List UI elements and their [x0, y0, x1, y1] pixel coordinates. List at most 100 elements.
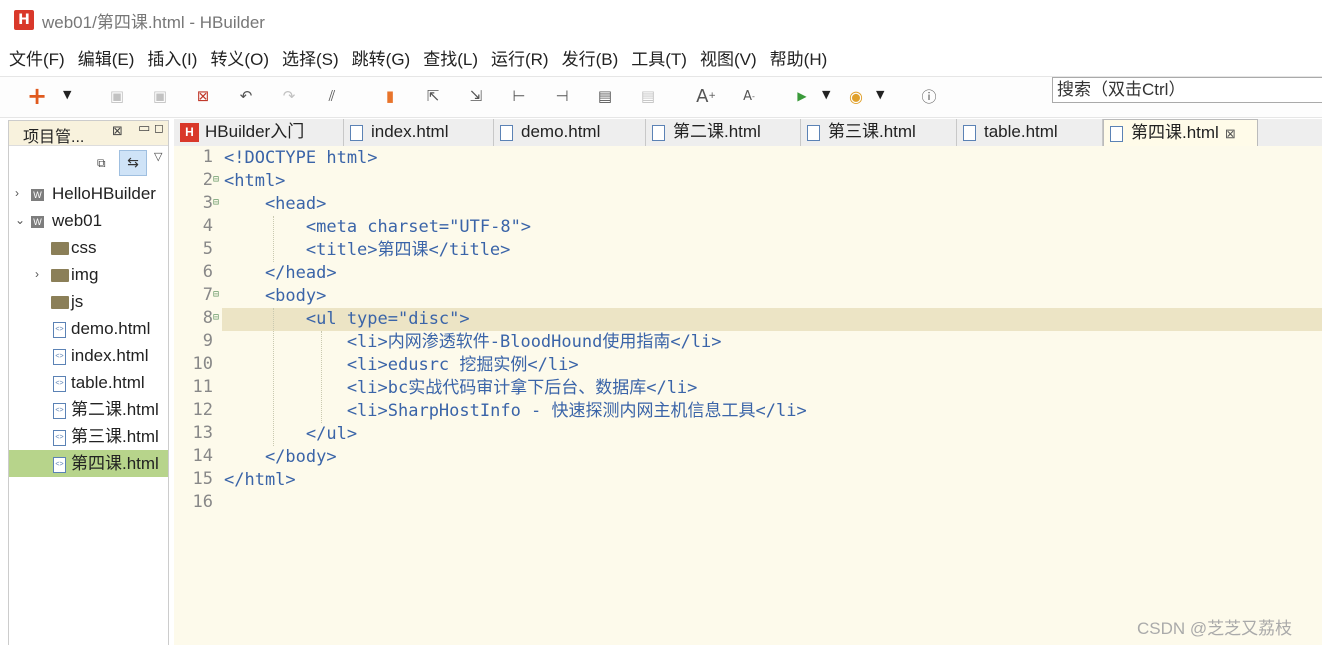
redo-icon[interactable]: ↷ [279, 86, 299, 106]
code-token: </body> [224, 447, 337, 467]
tree-item-lesson3-html[interactable]: <> 第三课.html [9, 423, 168, 450]
tab-lesson4-html[interactable]: 第四课.html ⊠ [1103, 119, 1258, 146]
tree-item-label: 第二课.html [71, 400, 159, 419]
view-menu-icon[interactable]: ▽ [154, 150, 162, 163]
title-bar: H web01/第四课.html - HBuilder [0, 0, 1322, 40]
menu-goto[interactable]: 跳转(G) [352, 45, 411, 70]
line-number: 16 [192, 492, 213, 512]
tab-hbuilder-intro[interactable]: H HBuilder入门 [174, 119, 344, 146]
tree-item-demo-html[interactable]: <> demo.html [9, 315, 168, 342]
tree-item-lesson2-html[interactable]: <> 第二课.html [9, 396, 168, 423]
undo-icon[interactable]: ↶ [236, 86, 256, 106]
chevron-down-icon[interactable]: ⌄ [15, 207, 25, 234]
run-icon[interactable]: ▶ [792, 86, 812, 106]
tree-item-label: demo.html [71, 319, 151, 338]
html-file-icon [652, 124, 665, 141]
fold-icon[interactable]: ⊟ [213, 174, 219, 185]
tree-item-label: web01 [52, 211, 103, 230]
new-icon[interactable]: + [27, 82, 47, 110]
code-editor[interactable]: 1 2 ⊟ 3 ⊟ 4 5 6 7 ⊟ 8 ⊟ 9 10 11 12 13 14… [174, 146, 1322, 645]
tab-lesson3-html[interactable]: 第三课.html [801, 119, 957, 146]
html-file-icon [807, 124, 820, 141]
tree-item-css[interactable]: css [9, 234, 168, 261]
maximize-icon[interactable]: ◻ [154, 121, 164, 135]
tree-item-table-html[interactable]: <> table.html [9, 369, 168, 396]
project-panel-tools: ⧉ ⇆ ▽ [9, 146, 168, 181]
tree-item-web01[interactable]: ⌄ W web01 [9, 207, 168, 234]
menu-help[interactable]: 帮助(H) [770, 45, 828, 70]
next-bookmark-icon[interactable]: ⇲ [466, 86, 486, 106]
code-token: <ul type="disc"> [224, 309, 470, 329]
fold-icon[interactable]: ⊟ [213, 312, 219, 323]
close-icon[interactable]: ⊠ [1225, 126, 1236, 141]
search-input[interactable]: 搜索（双击Ctrl） [1052, 77, 1322, 103]
tab-label: 第三课.html [828, 122, 916, 141]
new-dropdown-icon[interactable]: ▼ [63, 88, 71, 101]
tab-label: 第四课.html [1131, 123, 1219, 142]
line-number: 5 [202, 239, 213, 259]
fold-icon[interactable]: ⊟ [213, 289, 219, 300]
tab-label: 第二课.html [673, 122, 761, 141]
info-icon[interactable]: ⓘ [919, 86, 939, 106]
menu-find[interactable]: 查找(L) [423, 45, 478, 70]
folder-icon [51, 288, 69, 315]
tab-label: table.html [984, 122, 1058, 141]
link-editor-icon[interactable]: ⇆ [119, 150, 147, 176]
jump-end-icon[interactable]: ⊣ [552, 86, 572, 106]
folder-icon [51, 234, 69, 261]
tree-item-index-html[interactable]: <> index.html [9, 342, 168, 369]
tree-item-hellohbuilder[interactable]: › W HelloHBuilder [9, 180, 168, 207]
browser-icon[interactable]: ◉ [846, 86, 866, 106]
menu-tools[interactable]: 工具(T) [631, 45, 687, 70]
menu-escape[interactable]: 转义(O) [210, 45, 269, 70]
html-file-icon [963, 124, 976, 141]
chevron-right-icon[interactable]: › [35, 261, 39, 288]
save-icon[interactable]: ▣ [107, 86, 127, 106]
tab-label: HBuilder入门 [205, 122, 305, 141]
collapse-all-icon[interactable]: ⧉ [97, 156, 106, 171]
menu-edit[interactable]: 编辑(E) [78, 45, 135, 70]
code-line: <li>bc实战代码审计拿下后台、数据库</li> [224, 377, 698, 400]
save-all-icon[interactable]: ▣ [150, 86, 170, 106]
project-tree: › W HelloHBuilder ⌄ W web01 css › img js… [9, 179, 168, 646]
font-increase-icon[interactable]: A + [696, 86, 716, 107]
tab-index-html[interactable]: index.html [344, 119, 494, 146]
tree-item-label: 第三课.html [71, 427, 159, 446]
line-number: 3 [202, 193, 213, 213]
code-line: <meta charset="UTF-8"> [224, 216, 531, 239]
tab-lesson2-html[interactable]: 第二课.html [646, 119, 801, 146]
tab-table-html[interactable]: table.html [957, 119, 1103, 146]
close-icon[interactable]: ⊠ [112, 124, 123, 139]
jump-start-icon[interactable]: ⊢ [509, 86, 529, 106]
close-file-icon[interactable]: ⊠ [193, 86, 213, 106]
tree-item-js[interactable]: js [9, 288, 168, 315]
browser-dropdown-icon[interactable]: ▼ [876, 88, 884, 101]
code-line: <body> [224, 285, 326, 308]
fold-icon[interactable]: ⊟ [213, 197, 219, 208]
line-number: 14 [192, 446, 213, 466]
tab-demo-html[interactable]: demo.html [494, 119, 646, 146]
code-line: </html> [224, 469, 296, 492]
menu-select[interactable]: 选择(S) [282, 45, 339, 70]
menu-file[interactable]: 文件(F) [9, 45, 65, 70]
uncomment-icon[interactable]: ▤ [638, 86, 658, 106]
line-number: 8 [202, 308, 213, 328]
run-dropdown-icon[interactable]: ▼ [822, 88, 830, 101]
minimize-icon[interactable]: ▭ [138, 121, 150, 136]
project-panel-header: 项目管... ⊠ ▭ ◻ [9, 121, 168, 146]
toggle-comment-icon[interactable]: ▤ [595, 86, 615, 106]
format-icon[interactable]: ⫽ [322, 86, 342, 106]
chevron-right-icon[interactable]: › [15, 180, 19, 207]
code-token: <html> [224, 171, 286, 191]
tree-item-img[interactable]: › img [9, 261, 168, 288]
font-decrease-icon[interactable]: A- [739, 86, 759, 106]
prev-bookmark-icon[interactable]: ⇱ [423, 86, 443, 106]
menu-insert[interactable]: 插入(I) [147, 45, 197, 70]
menu-view[interactable]: 视图(V) [700, 45, 757, 70]
code-token: </head> [224, 263, 337, 283]
tree-item-lesson4-html[interactable]: <> 第四课.html [9, 450, 168, 477]
menu-publish[interactable]: 发行(B) [562, 45, 619, 70]
bookmark-icon[interactable]: ▮ [380, 86, 400, 106]
menu-run[interactable]: 运行(R) [491, 45, 549, 70]
line-number: 9 [202, 331, 213, 351]
